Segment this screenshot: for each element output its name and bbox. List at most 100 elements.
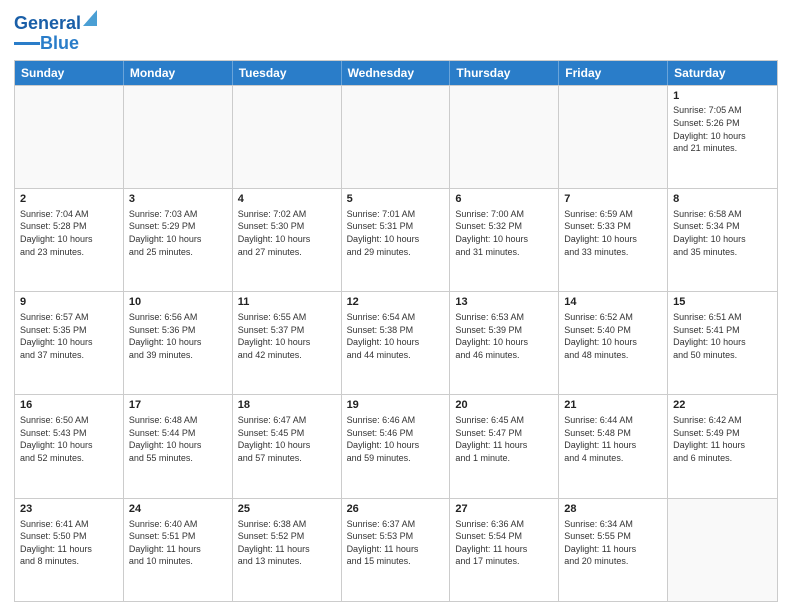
calendar-day-1: 1Sunrise: 7:05 AM Sunset: 5:26 PM Daylig… xyxy=(668,86,777,188)
calendar-week-2: 2Sunrise: 7:04 AM Sunset: 5:28 PM Daylig… xyxy=(15,188,777,291)
day-number: 19 xyxy=(347,398,445,413)
calendar-day-19: 19Sunrise: 6:46 AM Sunset: 5:46 PM Dayli… xyxy=(342,395,451,497)
calendar-day-empty xyxy=(124,86,233,188)
day-info: Sunrise: 6:57 AM Sunset: 5:35 PM Dayligh… xyxy=(20,311,118,361)
day-number: 15 xyxy=(673,295,772,310)
calendar-day-6: 6Sunrise: 7:00 AM Sunset: 5:32 PM Daylig… xyxy=(450,189,559,291)
day-info: Sunrise: 6:54 AM Sunset: 5:38 PM Dayligh… xyxy=(347,311,445,361)
day-info: Sunrise: 7:04 AM Sunset: 5:28 PM Dayligh… xyxy=(20,208,118,258)
calendar-day-empty xyxy=(342,86,451,188)
logo-text-blue: Blue xyxy=(40,34,79,54)
day-info: Sunrise: 6:45 AM Sunset: 5:47 PM Dayligh… xyxy=(455,414,553,464)
day-number: 24 xyxy=(129,502,227,517)
calendar-day-empty xyxy=(668,499,777,601)
calendar-body: 1Sunrise: 7:05 AM Sunset: 5:26 PM Daylig… xyxy=(15,85,777,601)
day-number: 17 xyxy=(129,398,227,413)
day-info: Sunrise: 6:42 AM Sunset: 5:49 PM Dayligh… xyxy=(673,414,772,464)
calendar-day-14: 14Sunrise: 6:52 AM Sunset: 5:40 PM Dayli… xyxy=(559,292,668,394)
day-number: 20 xyxy=(455,398,553,413)
day-info: Sunrise: 6:41 AM Sunset: 5:50 PM Dayligh… xyxy=(20,518,118,568)
calendar-week-4: 16Sunrise: 6:50 AM Sunset: 5:43 PM Dayli… xyxy=(15,394,777,497)
calendar-header: SundayMondayTuesdayWednesdayThursdayFrid… xyxy=(15,61,777,85)
day-info: Sunrise: 6:53 AM Sunset: 5:39 PM Dayligh… xyxy=(455,311,553,361)
calendar-day-12: 12Sunrise: 6:54 AM Sunset: 5:38 PM Dayli… xyxy=(342,292,451,394)
day-info: Sunrise: 6:40 AM Sunset: 5:51 PM Dayligh… xyxy=(129,518,227,568)
day-number: 28 xyxy=(564,502,662,517)
calendar-day-8: 8Sunrise: 6:58 AM Sunset: 5:34 PM Daylig… xyxy=(668,189,777,291)
day-info: Sunrise: 6:37 AM Sunset: 5:53 PM Dayligh… xyxy=(347,518,445,568)
day-of-week-tuesday: Tuesday xyxy=(233,61,342,85)
day-number: 1 xyxy=(673,89,772,104)
day-info: Sunrise: 7:03 AM Sunset: 5:29 PM Dayligh… xyxy=(129,208,227,258)
header: General Blue xyxy=(14,10,778,54)
day-number: 16 xyxy=(20,398,118,413)
day-number: 7 xyxy=(564,192,662,207)
day-number: 5 xyxy=(347,192,445,207)
day-info: Sunrise: 6:46 AM Sunset: 5:46 PM Dayligh… xyxy=(347,414,445,464)
day-of-week-friday: Friday xyxy=(559,61,668,85)
calendar-day-27: 27Sunrise: 6:36 AM Sunset: 5:54 PM Dayli… xyxy=(450,499,559,601)
day-number: 6 xyxy=(455,192,553,207)
day-number: 26 xyxy=(347,502,445,517)
calendar-day-13: 13Sunrise: 6:53 AM Sunset: 5:39 PM Dayli… xyxy=(450,292,559,394)
calendar-day-10: 10Sunrise: 6:56 AM Sunset: 5:36 PM Dayli… xyxy=(124,292,233,394)
calendar-day-20: 20Sunrise: 6:45 AM Sunset: 5:47 PM Dayli… xyxy=(450,395,559,497)
calendar-day-16: 16Sunrise: 6:50 AM Sunset: 5:43 PM Dayli… xyxy=(15,395,124,497)
day-number: 25 xyxy=(238,502,336,517)
day-number: 8 xyxy=(673,192,772,207)
calendar-week-3: 9Sunrise: 6:57 AM Sunset: 5:35 PM Daylig… xyxy=(15,291,777,394)
logo: General Blue xyxy=(14,10,97,54)
day-of-week-wednesday: Wednesday xyxy=(342,61,451,85)
calendar-day-28: 28Sunrise: 6:34 AM Sunset: 5:55 PM Dayli… xyxy=(559,499,668,601)
calendar-day-15: 15Sunrise: 6:51 AM Sunset: 5:41 PM Dayli… xyxy=(668,292,777,394)
day-number: 11 xyxy=(238,295,336,310)
calendar-day-23: 23Sunrise: 6:41 AM Sunset: 5:50 PM Dayli… xyxy=(15,499,124,601)
day-info: Sunrise: 7:05 AM Sunset: 5:26 PM Dayligh… xyxy=(673,104,772,154)
calendar-day-17: 17Sunrise: 6:48 AM Sunset: 5:44 PM Dayli… xyxy=(124,395,233,497)
day-info: Sunrise: 6:44 AM Sunset: 5:48 PM Dayligh… xyxy=(564,414,662,464)
calendar-day-25: 25Sunrise: 6:38 AM Sunset: 5:52 PM Dayli… xyxy=(233,499,342,601)
calendar-day-4: 4Sunrise: 7:02 AM Sunset: 5:30 PM Daylig… xyxy=(233,189,342,291)
day-number: 12 xyxy=(347,295,445,310)
calendar-day-7: 7Sunrise: 6:59 AM Sunset: 5:33 PM Daylig… xyxy=(559,189,668,291)
day-number: 4 xyxy=(238,192,336,207)
day-number: 27 xyxy=(455,502,553,517)
day-info: Sunrise: 6:50 AM Sunset: 5:43 PM Dayligh… xyxy=(20,414,118,464)
day-of-week-saturday: Saturday xyxy=(668,61,777,85)
calendar-day-18: 18Sunrise: 6:47 AM Sunset: 5:45 PM Dayli… xyxy=(233,395,342,497)
day-info: Sunrise: 6:51 AM Sunset: 5:41 PM Dayligh… xyxy=(673,311,772,361)
calendar-day-11: 11Sunrise: 6:55 AM Sunset: 5:37 PM Dayli… xyxy=(233,292,342,394)
calendar-day-24: 24Sunrise: 6:40 AM Sunset: 5:51 PM Dayli… xyxy=(124,499,233,601)
calendar-day-empty xyxy=(15,86,124,188)
calendar-day-empty xyxy=(450,86,559,188)
day-info: Sunrise: 6:47 AM Sunset: 5:45 PM Dayligh… xyxy=(238,414,336,464)
day-info: Sunrise: 6:36 AM Sunset: 5:54 PM Dayligh… xyxy=(455,518,553,568)
calendar-day-21: 21Sunrise: 6:44 AM Sunset: 5:48 PM Dayli… xyxy=(559,395,668,497)
calendar-day-26: 26Sunrise: 6:37 AM Sunset: 5:53 PM Dayli… xyxy=(342,499,451,601)
calendar-day-22: 22Sunrise: 6:42 AM Sunset: 5:49 PM Dayli… xyxy=(668,395,777,497)
calendar-day-3: 3Sunrise: 7:03 AM Sunset: 5:29 PM Daylig… xyxy=(124,189,233,291)
day-info: Sunrise: 7:00 AM Sunset: 5:32 PM Dayligh… xyxy=(455,208,553,258)
day-info: Sunrise: 6:48 AM Sunset: 5:44 PM Dayligh… xyxy=(129,414,227,464)
calendar-week-1: 1Sunrise: 7:05 AM Sunset: 5:26 PM Daylig… xyxy=(15,85,777,188)
logo-text-general: General xyxy=(14,14,81,34)
day-info: Sunrise: 6:56 AM Sunset: 5:36 PM Dayligh… xyxy=(129,311,227,361)
calendar-day-empty xyxy=(233,86,342,188)
page: General Blue SundayMondayTuesdayWednesda… xyxy=(0,0,792,612)
day-number: 22 xyxy=(673,398,772,413)
day-info: Sunrise: 7:01 AM Sunset: 5:31 PM Dayligh… xyxy=(347,208,445,258)
day-of-week-monday: Monday xyxy=(124,61,233,85)
logo-triangle-icon xyxy=(83,10,97,26)
day-of-week-sunday: Sunday xyxy=(15,61,124,85)
day-number: 14 xyxy=(564,295,662,310)
calendar-day-2: 2Sunrise: 7:04 AM Sunset: 5:28 PM Daylig… xyxy=(15,189,124,291)
day-number: 10 xyxy=(129,295,227,310)
calendar-day-empty xyxy=(559,86,668,188)
day-number: 21 xyxy=(564,398,662,413)
day-number: 13 xyxy=(455,295,553,310)
day-number: 2 xyxy=(20,192,118,207)
day-number: 3 xyxy=(129,192,227,207)
day-info: Sunrise: 6:55 AM Sunset: 5:37 PM Dayligh… xyxy=(238,311,336,361)
day-info: Sunrise: 6:52 AM Sunset: 5:40 PM Dayligh… xyxy=(564,311,662,361)
day-info: Sunrise: 6:59 AM Sunset: 5:33 PM Dayligh… xyxy=(564,208,662,258)
